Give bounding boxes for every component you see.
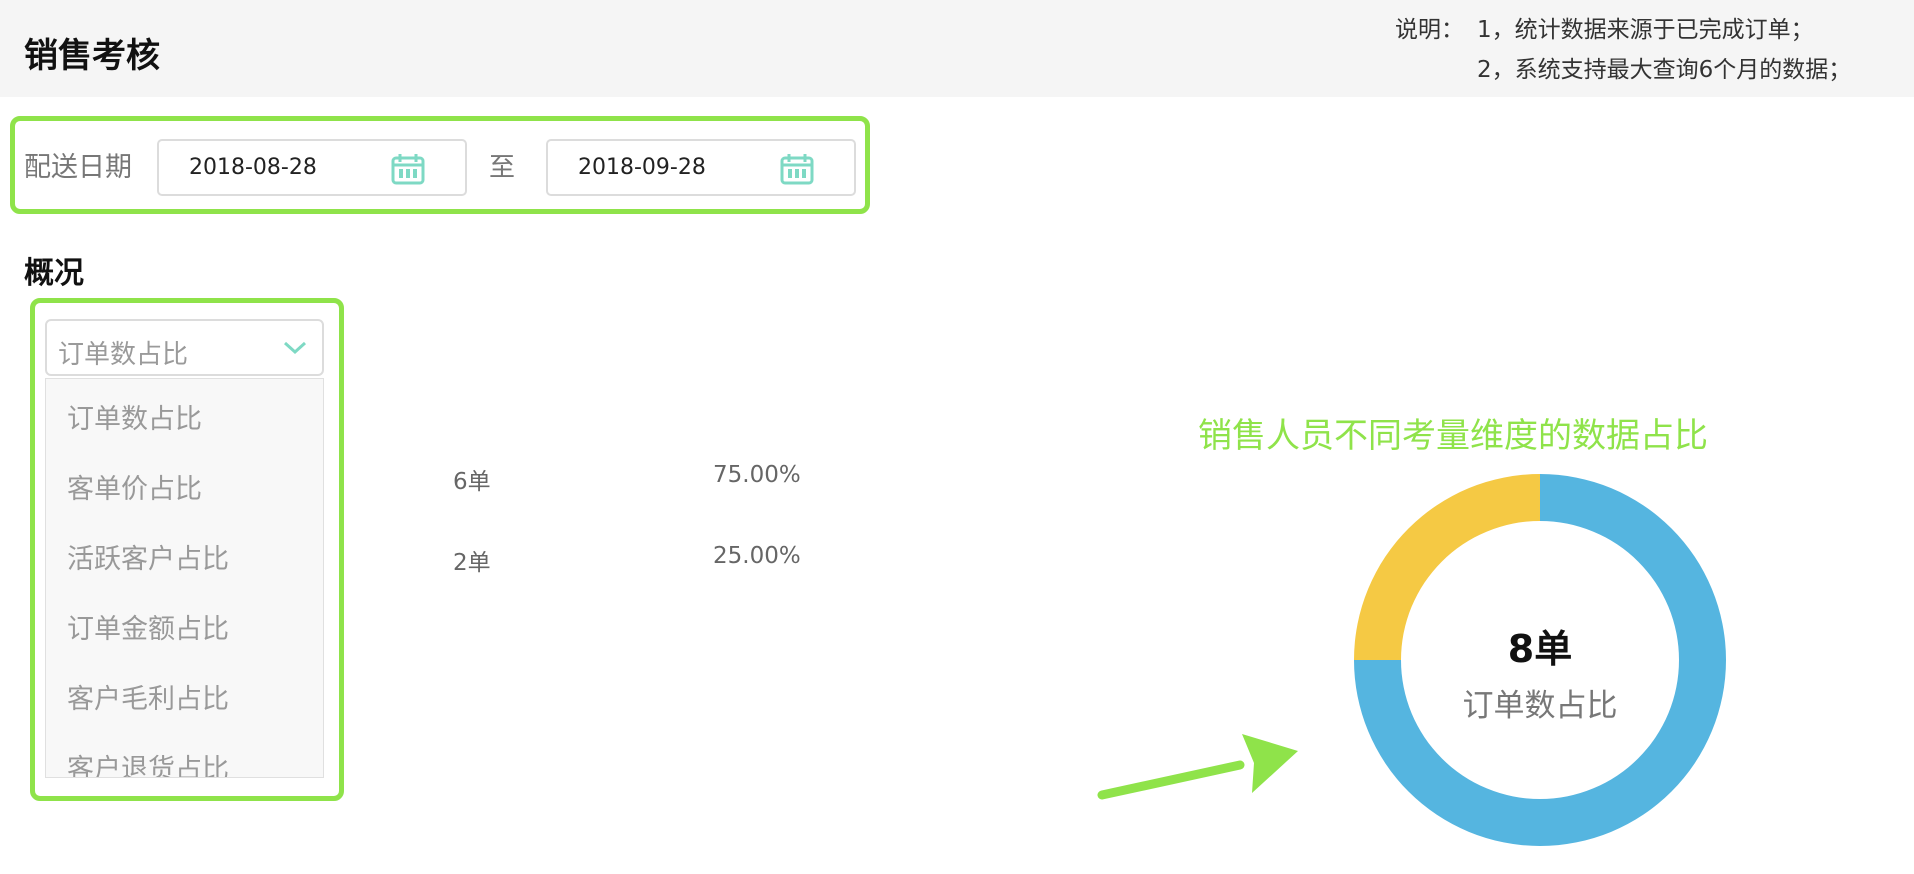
start-date-value: 2018-08-28 (189, 155, 317, 180)
row-2-percent: 25.00% (713, 543, 801, 569)
row-2-count: 2单 (453, 550, 491, 576)
dropdown-option[interactable]: 订单金额占比 (67, 607, 229, 646)
page-header: 销售考核 说明： 1，统计数据来源于已完成订单； 2，系统支持最大查询6个月的数… (0, 0, 1914, 97)
dimension-select-value: 订单数占比 (58, 340, 189, 370)
calendar-icon[interactable] (780, 153, 814, 185)
dropdown-option[interactable]: 订单数占比 (67, 397, 202, 436)
page-title: 销售考核 (24, 36, 160, 76)
notes-label: 说明： (1395, 17, 1464, 43)
overview-title: 概况 (24, 256, 84, 291)
donut-center-label: 订单数占比 (1463, 688, 1618, 724)
donut-center-value: 8单 (1508, 627, 1572, 671)
chevron-down-icon[interactable] (282, 339, 308, 357)
dimension-select[interactable]: 订单数占比 (45, 319, 324, 376)
dropdown-option[interactable]: 客单价占比 (67, 467, 202, 506)
row-1-percent: 75.00% (713, 462, 801, 488)
row-1-count: 6单 (453, 469, 491, 495)
dropdown-option[interactable]: 客户毛利占比 (67, 677, 229, 716)
date-separator: 至 (489, 153, 516, 183)
dropdown-option[interactable]: 活跃客户占比 (67, 537, 229, 576)
dimension-dropdown: 订单数占比 客单价占比 活跃客户占比 订单金额占比 客户毛利占比 客户退货占比 (45, 378, 324, 778)
start-date-input[interactable]: 2018-08-28 (157, 139, 467, 196)
arrow-icon (1097, 734, 1298, 800)
end-date-value: 2018-09-28 (578, 155, 706, 180)
calendar-icon[interactable] (391, 153, 425, 185)
note-2: 2，系统支持最大查询6个月的数据； (1477, 57, 1852, 83)
delivery-date-label: 配送日期 (24, 152, 132, 183)
donut-chart: 8单 订单数占比 (1354, 474, 1726, 846)
note-1: 1，统计数据来源于已完成订单； (1477, 17, 1814, 43)
dropdown-option[interactable]: 客户退货占比 (67, 747, 229, 777)
chart-caption: 销售人员不同考量维度的数据占比 (1198, 416, 1708, 456)
end-date-input[interactable]: 2018-09-28 (546, 139, 856, 196)
